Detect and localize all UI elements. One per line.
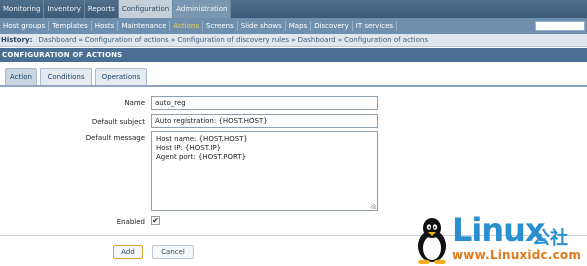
enabled-checkbox[interactable]: ✔	[151, 216, 160, 225]
subnav-hosts[interactable]: Hosts	[92, 21, 119, 31]
subnav-slide-shows[interactable]: Slide shows	[238, 21, 286, 31]
sub-nav: Host groups Templates Hosts Maintenance …	[0, 18, 587, 34]
breadcrumb-configuration-of-discovery-rules[interactable]: Configuration of discovery rules	[177, 36, 289, 44]
page-title: CONFIGURATION OF ACTIONS	[0, 48, 587, 62]
cancel-button[interactable]: Cancel	[152, 245, 194, 259]
watermark-cn: 公社	[532, 228, 568, 249]
subnav-screens[interactable]: Screens	[203, 21, 238, 31]
search-input[interactable]	[535, 21, 585, 31]
watermark-logo: Linux 公社 www.Linuxidc.com	[404, 206, 587, 266]
history-label: History:	[1, 36, 33, 44]
breadcrumb-separator: »	[170, 36, 176, 44]
nav-inventory[interactable]: Inventory	[44, 0, 85, 18]
subnav-discovery[interactable]: Discovery	[311, 21, 353, 31]
top-nav: Monitoring Inventory Reports Configurati…	[0, 0, 587, 18]
breadcrumb-separator: »	[291, 36, 296, 44]
nav-monitoring[interactable]: Monitoring	[0, 0, 45, 18]
nav-reports[interactable]: Reports	[85, 0, 119, 18]
checkmark-icon: ✔	[152, 215, 159, 225]
subnav-templates[interactable]: Templates	[49, 21, 92, 31]
subnav-maps[interactable]: Maps	[286, 21, 312, 31]
penguin-icon	[418, 218, 446, 264]
breadcrumb: History: Dashboard » Configuration of ac…	[0, 34, 587, 47]
message-line: Host name: {HOST.HOST}	[156, 135, 248, 143]
breadcrumb-dashboard[interactable]: Dashboard	[38, 36, 76, 44]
tab-bar: Action Conditions Operations	[0, 62, 587, 85]
name-field[interactable]: auto_reg	[151, 96, 378, 110]
subnav-actions[interactable]: Actions	[170, 21, 203, 31]
name-label: Name	[124, 99, 145, 107]
message-line: Host IP: {HOST.IP}	[156, 144, 222, 152]
default-subject-field[interactable]: Auto registration: {HOST.HOST}	[151, 114, 378, 128]
breadcrumb-separator: »	[337, 36, 343, 44]
watermark-url: www.Linuxidc.com	[452, 248, 582, 262]
nav-administration[interactable]: Administration	[173, 0, 232, 18]
default-message-textarea[interactable]: Host name: {HOST.HOST} Host IP: {HOST.IP…	[151, 131, 378, 211]
subnav-maintenance[interactable]: Maintenance	[118, 21, 171, 31]
tab-conditions[interactable]: Conditions	[40, 68, 92, 85]
subnav-host-groups[interactable]: Host groups	[0, 21, 50, 31]
breadcrumb-dashboard[interactable]: Dashboard	[298, 36, 336, 44]
message-line: Agent port: {HOST.PORT}	[156, 153, 247, 161]
default-message-label: Default message	[85, 134, 145, 142]
default-subject-label: Default subject	[91, 118, 145, 126]
breadcrumb-configuration-of-actions[interactable]: Configuration of actions	[344, 36, 428, 44]
watermark-brand: Linux	[452, 211, 546, 249]
subnav-it-services[interactable]: IT services	[353, 21, 398, 31]
add-button[interactable]: Add	[113, 245, 143, 259]
tab-action[interactable]: Action	[5, 68, 37, 85]
enabled-label: Enabled	[116, 218, 145, 226]
breadcrumb-separator: »	[78, 36, 83, 44]
nav-configuration[interactable]: Configuration	[118, 0, 174, 18]
breadcrumb-configuration-of-actions[interactable]: Configuration of actions	[85, 36, 169, 44]
resize-grip-icon[interactable]	[371, 204, 376, 209]
tab-operations[interactable]: Operations	[95, 68, 147, 85]
